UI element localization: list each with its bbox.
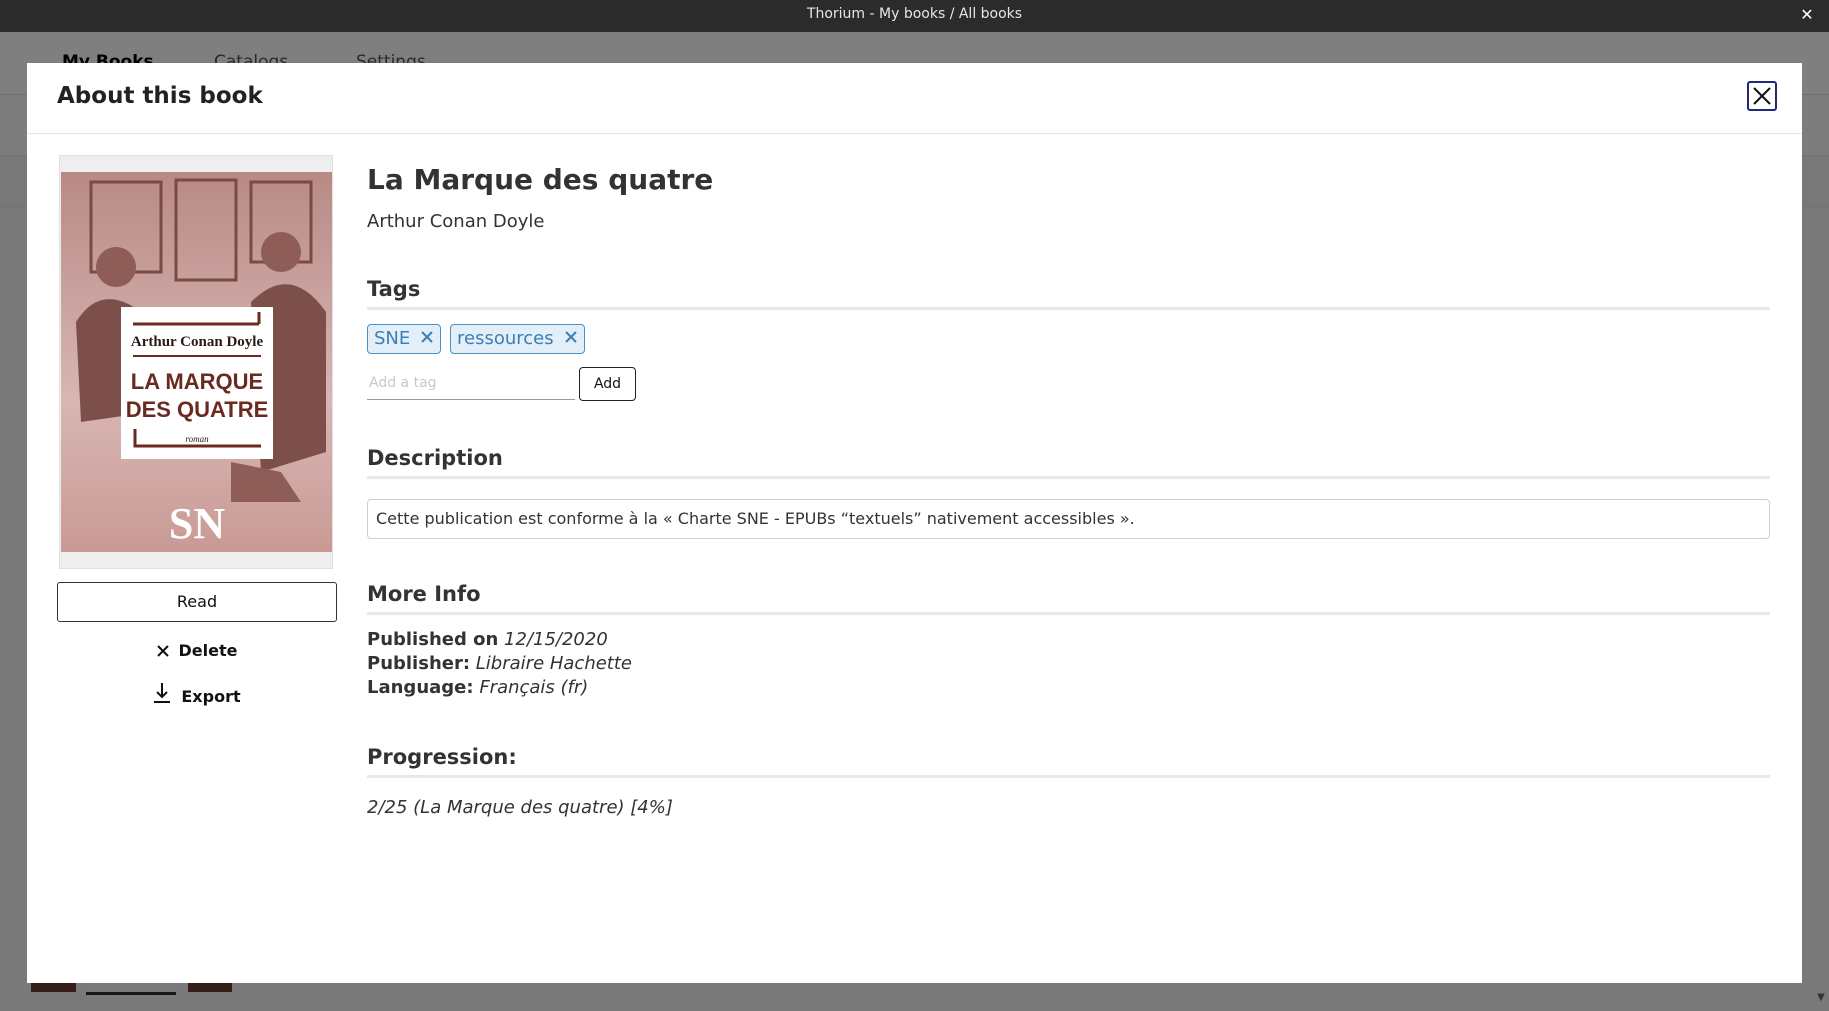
about-book-dialog: About this book Arthur Conan Doyle LA MA… (27, 63, 1802, 983)
language-row: Language: Français (fr) (367, 677, 588, 698)
export-button[interactable]: Export (57, 682, 337, 710)
book-title: La Marque des quatre (367, 163, 714, 196)
cover-title-line2: DES QUATRE (126, 397, 269, 422)
close-icon (1753, 87, 1771, 105)
cover-title-line1: LA MARQUE (131, 369, 263, 394)
delete-button[interactable]: Delete (57, 637, 337, 665)
window-close-button[interactable]: ✕ (1795, 0, 1819, 29)
add-tag-button[interactable]: Add (579, 367, 636, 401)
cover-subtitle: roman (185, 434, 209, 444)
published-label: Published on (367, 629, 499, 650)
book-author: Arthur Conan Doyle (367, 211, 545, 232)
cover-logo: SN (169, 499, 225, 548)
dialog-header: About this book (27, 63, 1802, 134)
description-text: Cette publication est conforme à la « Ch… (367, 499, 1770, 539)
tag-label: SNE (374, 328, 411, 349)
cover-author: Arthur Conan Doyle (131, 334, 264, 350)
progression-heading: Progression: (367, 745, 1770, 778)
remove-tag-icon[interactable] (564, 325, 578, 353)
tag-label: ressources (457, 328, 554, 349)
publisher-label: Publisher: (367, 653, 471, 674)
delete-label: Delete (178, 641, 238, 660)
scroll-down-icon[interactable]: ▼ (1813, 985, 1829, 1011)
read-button[interactable]: Read (57, 582, 337, 622)
window-titlebar: Thorium - My books / All books ✕ (0, 0, 1829, 32)
dialog-title: About this book (57, 83, 263, 109)
tags-heading: Tags (367, 277, 1770, 310)
published-value: 12/15/2020 (504, 629, 608, 650)
window-title: Thorium - My books / All books (806, 6, 1023, 22)
cover-frame: Arthur Conan Doyle LA MARQUE DES QUATRE … (59, 155, 333, 569)
close-dialog-button[interactable] (1747, 81, 1777, 111)
language-value: Français (fr) (479, 677, 589, 698)
publisher-value: Libraire Hachette (475, 653, 632, 674)
progression-text: 2/25 (La Marque des quatre) [4%] (367, 797, 673, 818)
tag-chip: SNE (367, 324, 442, 354)
add-tag-input[interactable] (367, 366, 575, 400)
description-heading: Description (367, 446, 1770, 479)
export-label: Export (181, 687, 241, 706)
download-icon (153, 682, 171, 713)
language-label: Language: (367, 677, 474, 698)
tag-chip: ressources (450, 324, 585, 354)
close-icon (156, 638, 169, 666)
publisher-row: Publisher: Libraire Hachette (367, 653, 632, 674)
remove-tag-icon[interactable] (420, 325, 434, 353)
published-row: Published on 12/15/2020 (367, 629, 608, 650)
more-info-heading: More Info (367, 582, 1770, 615)
book-cover-image: Arthur Conan Doyle LA MARQUE DES QUATRE … (61, 172, 332, 552)
